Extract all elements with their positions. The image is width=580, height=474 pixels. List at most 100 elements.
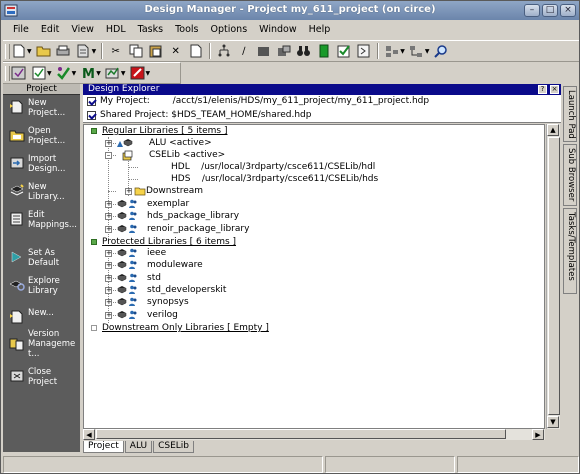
shared-project-checkbox[interactable] (87, 111, 96, 120)
close-button[interactable]: × (560, 4, 576, 17)
paste-icon[interactable] (148, 44, 163, 59)
menu-window[interactable]: Window (253, 24, 302, 35)
regular-libraries-checkbox[interactable] (91, 128, 97, 134)
tab-sub-browser[interactable]: Sub Browser (563, 144, 577, 206)
block-icon[interactable] (256, 44, 271, 59)
minimize-button[interactable]: – (524, 4, 540, 17)
renoir-package-library-expand-toggle[interactable]: + (105, 226, 112, 233)
chevron-down-icon[interactable]: ▼ (146, 70, 151, 77)
menu-hdl[interactable]: HDL (100, 24, 132, 35)
hierarchy-icon[interactable] (216, 44, 231, 59)
tree-item-exemplar[interactable]: exemplar (147, 198, 189, 210)
check-design-icon[interactable] (56, 66, 71, 81)
tree-item-hds-package-library[interactable]: hds_package_library (147, 210, 239, 222)
synthesis-icon[interactable] (105, 66, 120, 81)
scroll-down-button[interactable]: ▼ (547, 416, 559, 428)
design-explorer-header: Design Explorer ? × (83, 84, 561, 95)
properties-icon[interactable] (188, 44, 203, 59)
document-icon[interactable] (76, 44, 91, 59)
menu-help[interactable]: Help (303, 24, 337, 35)
print-icon[interactable] (56, 44, 71, 59)
scroll-up-button[interactable]: ▲ (547, 124, 559, 136)
modelsim-icon[interactable]: M (80, 66, 95, 81)
horizontal-scroll-thumb[interactable] (96, 429, 506, 439)
tab-tasks-templates[interactable]: Tasks/Templates (563, 208, 577, 294)
vertical-scroll-thumb[interactable] (548, 137, 560, 415)
fpga-icon[interactable] (130, 66, 145, 81)
alu-expand-toggle[interactable]: + (105, 140, 112, 147)
hds-package-library-expand-toggle[interactable]: + (105, 213, 112, 220)
menu-view[interactable]: View (65, 24, 100, 35)
tree-item-std-developerskit[interactable]: std_developerskit (147, 284, 226, 296)
tree-item-moduleware[interactable]: moduleware (147, 259, 203, 271)
layout-icon[interactable] (384, 44, 399, 59)
maximize-button[interactable]: □ (542, 4, 558, 17)
chevron-down-icon[interactable]: ▼ (121, 70, 126, 77)
delete-icon[interactable]: ✕ (168, 44, 183, 59)
downstream-only-libraries-header[interactable]: Downstream Only Libraries [ Empty ] (102, 322, 269, 334)
horizontal-scrollbar[interactable]: ◀ ▶ (83, 429, 545, 440)
tree-view-icon[interactable] (409, 44, 424, 59)
synopsys-expand-toggle[interactable]: + (105, 299, 112, 306)
tree-item-downstream[interactable]: Downstream (146, 185, 203, 197)
tree-item-alu[interactable]: ALU <active> (149, 137, 212, 149)
edit-pencil-icon[interactable]: ∕ (236, 44, 251, 59)
generate-icon[interactable] (316, 44, 331, 59)
search-magnifier-icon[interactable] (434, 44, 449, 59)
downstream-expand-toggle[interactable]: + (125, 188, 132, 195)
script-icon[interactable] (356, 44, 371, 59)
downstream-libraries-checkbox[interactable] (91, 325, 97, 331)
tree-item-cselib-hds[interactable]: HDS /usr/local/3rdparty/csce611/CSELib/h… (171, 173, 378, 185)
chevron-down-icon[interactable]: ▼ (92, 48, 97, 55)
tab-alu[interactable]: ALU (124, 441, 153, 453)
tree-item-cselib-hdl[interactable]: HDL /usr/local/3rdparty/csce611/CSELib/h… (171, 161, 375, 173)
cut-icon[interactable]: ✂ (108, 44, 123, 59)
menu-file[interactable]: File (7, 24, 35, 35)
component-icon[interactable] (276, 44, 291, 59)
tree-item-renoir-package-library[interactable]: renoir_package_library (147, 223, 249, 235)
tree-item-std[interactable]: std (147, 272, 161, 284)
std-developerskit-expand-toggle[interactable]: + (105, 287, 112, 294)
menu-tools[interactable]: Tools (169, 24, 204, 35)
scroll-left-button[interactable]: ◀ (83, 429, 95, 440)
library-tree[interactable]: Regular Libraries [ 5 items ] + ALU <act… (83, 124, 545, 429)
menu-tasks[interactable]: Tasks (132, 24, 169, 35)
tree-item-cselib[interactable]: CSELib <active> (149, 149, 225, 161)
chevron-down-icon[interactable]: ▼ (47, 70, 52, 77)
menu-bar: File Edit View HDL Tasks Tools Options W… (1, 20, 579, 38)
protected-libraries-checkbox[interactable] (91, 239, 97, 245)
run-tool-icon[interactable] (11, 66, 26, 81)
new-file-icon[interactable] (11, 44, 26, 59)
tree-item-synopsys[interactable]: synopsys (147, 296, 189, 308)
pane-close-button[interactable]: × (550, 85, 559, 94)
menu-options[interactable]: Options (204, 24, 253, 35)
tab-launch-pad[interactable]: Launch Pad (563, 86, 577, 142)
open-folder-icon[interactable] (36, 44, 51, 59)
exemplar-expand-toggle[interactable]: + (105, 201, 112, 208)
find-binoculars-icon[interactable] (296, 44, 311, 59)
tab-project[interactable]: Project (83, 441, 124, 453)
scroll-right-button[interactable]: ▶ (532, 429, 544, 440)
cselib-collapse-toggle[interactable]: – (105, 152, 112, 159)
std-expand-toggle[interactable]: + (105, 275, 112, 282)
chevron-down-icon[interactable]: ▼ (72, 70, 77, 77)
ieee-expand-toggle[interactable]: + (105, 250, 112, 257)
chevron-down-icon[interactable]: ▼ (96, 70, 101, 77)
regular-libraries-header[interactable]: Regular Libraries [ 5 items ] (102, 125, 227, 137)
chevron-down-icon[interactable]: ▼ (400, 48, 405, 55)
verilog-expand-toggle[interactable]: + (105, 312, 112, 319)
check-icon[interactable] (336, 44, 351, 59)
moduleware-expand-toggle[interactable]: + (105, 262, 112, 269)
vertical-scrollbar[interactable]: ▲ ▼ (546, 124, 560, 429)
chevron-down-icon[interactable]: ▼ (27, 48, 32, 55)
tree-item-verilog[interactable]: verilog (147, 309, 178, 321)
copy-icon[interactable] (128, 44, 143, 59)
tree-item-ieee[interactable]: ieee (147, 247, 166, 259)
protected-libraries-header[interactable]: Protected Libraries [ 6 items ] (102, 236, 236, 248)
menu-edit[interactable]: Edit (35, 24, 65, 35)
help-button[interactable]: ? (538, 85, 547, 94)
my-project-checkbox[interactable] (87, 97, 96, 106)
compile-icon[interactable] (31, 66, 46, 81)
tab-cselib[interactable]: CSELib (153, 441, 195, 453)
chevron-down-icon[interactable]: ▼ (425, 48, 430, 55)
